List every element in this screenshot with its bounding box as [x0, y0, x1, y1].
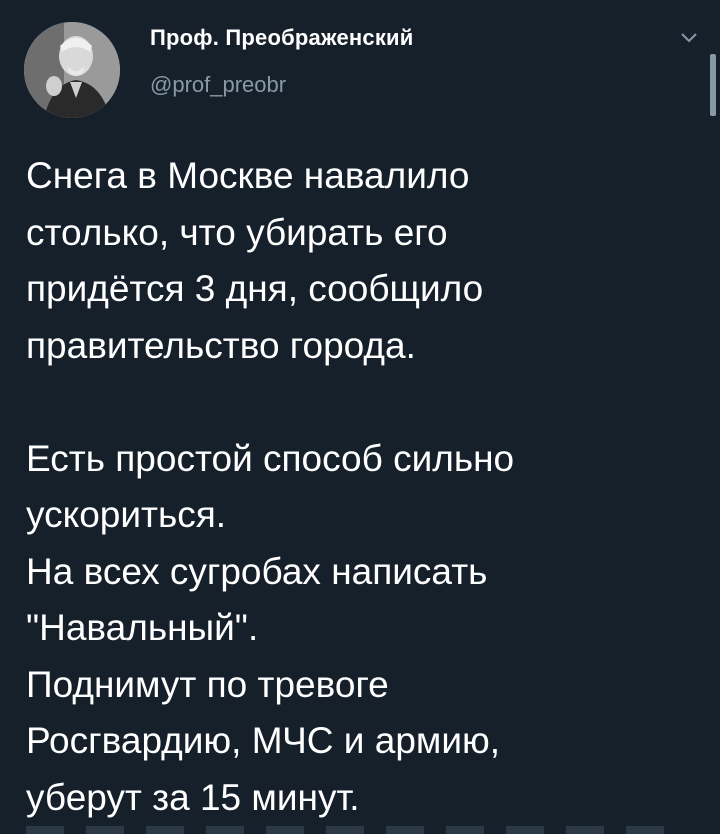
scrollbar[interactable] [710, 54, 716, 116]
paragraph-break [26, 374, 706, 431]
author-handle[interactable]: @prof_preobr [150, 72, 286, 98]
tweet-line: Снега в Москве навалило [26, 155, 470, 196]
tweet-text: Снега в Москве навалило столько, что уби… [26, 148, 706, 826]
chevron-down-icon[interactable] [680, 32, 698, 44]
cropped-timestamp-row [26, 826, 686, 834]
avatar[interactable] [24, 22, 120, 118]
tweet-paragraph-1: Снега в Москве навалило столько, что уби… [26, 148, 706, 374]
tweet-line: придётся 3 дня, сообщило [26, 268, 484, 309]
tweet-line: Росгвардию, МЧС и армию, [26, 720, 501, 761]
avatar-photo [24, 22, 120, 118]
tweet-line: уберут за 15 минут. [26, 776, 360, 818]
tweet-line: "Навальный". [26, 607, 259, 648]
tweet-line: Есть простой способ сильно [26, 437, 515, 479]
author-display-name[interactable]: Проф. Преображенский [150, 25, 413, 51]
tweet-line: столько, что убирать его [26, 211, 448, 253]
tweet-line: На всех сугробах написать [26, 550, 488, 592]
tweet-paragraph-2: Есть простой способ сильно ускориться. Н… [26, 431, 706, 827]
tweet-line: ускориться. [26, 494, 227, 535]
tweet-line: Поднимут по тревоге [26, 663, 389, 705]
tweet-line: правительство города. [26, 324, 416, 366]
tweet: Проф. Преображенский @prof_preobr Снега … [0, 0, 720, 834]
